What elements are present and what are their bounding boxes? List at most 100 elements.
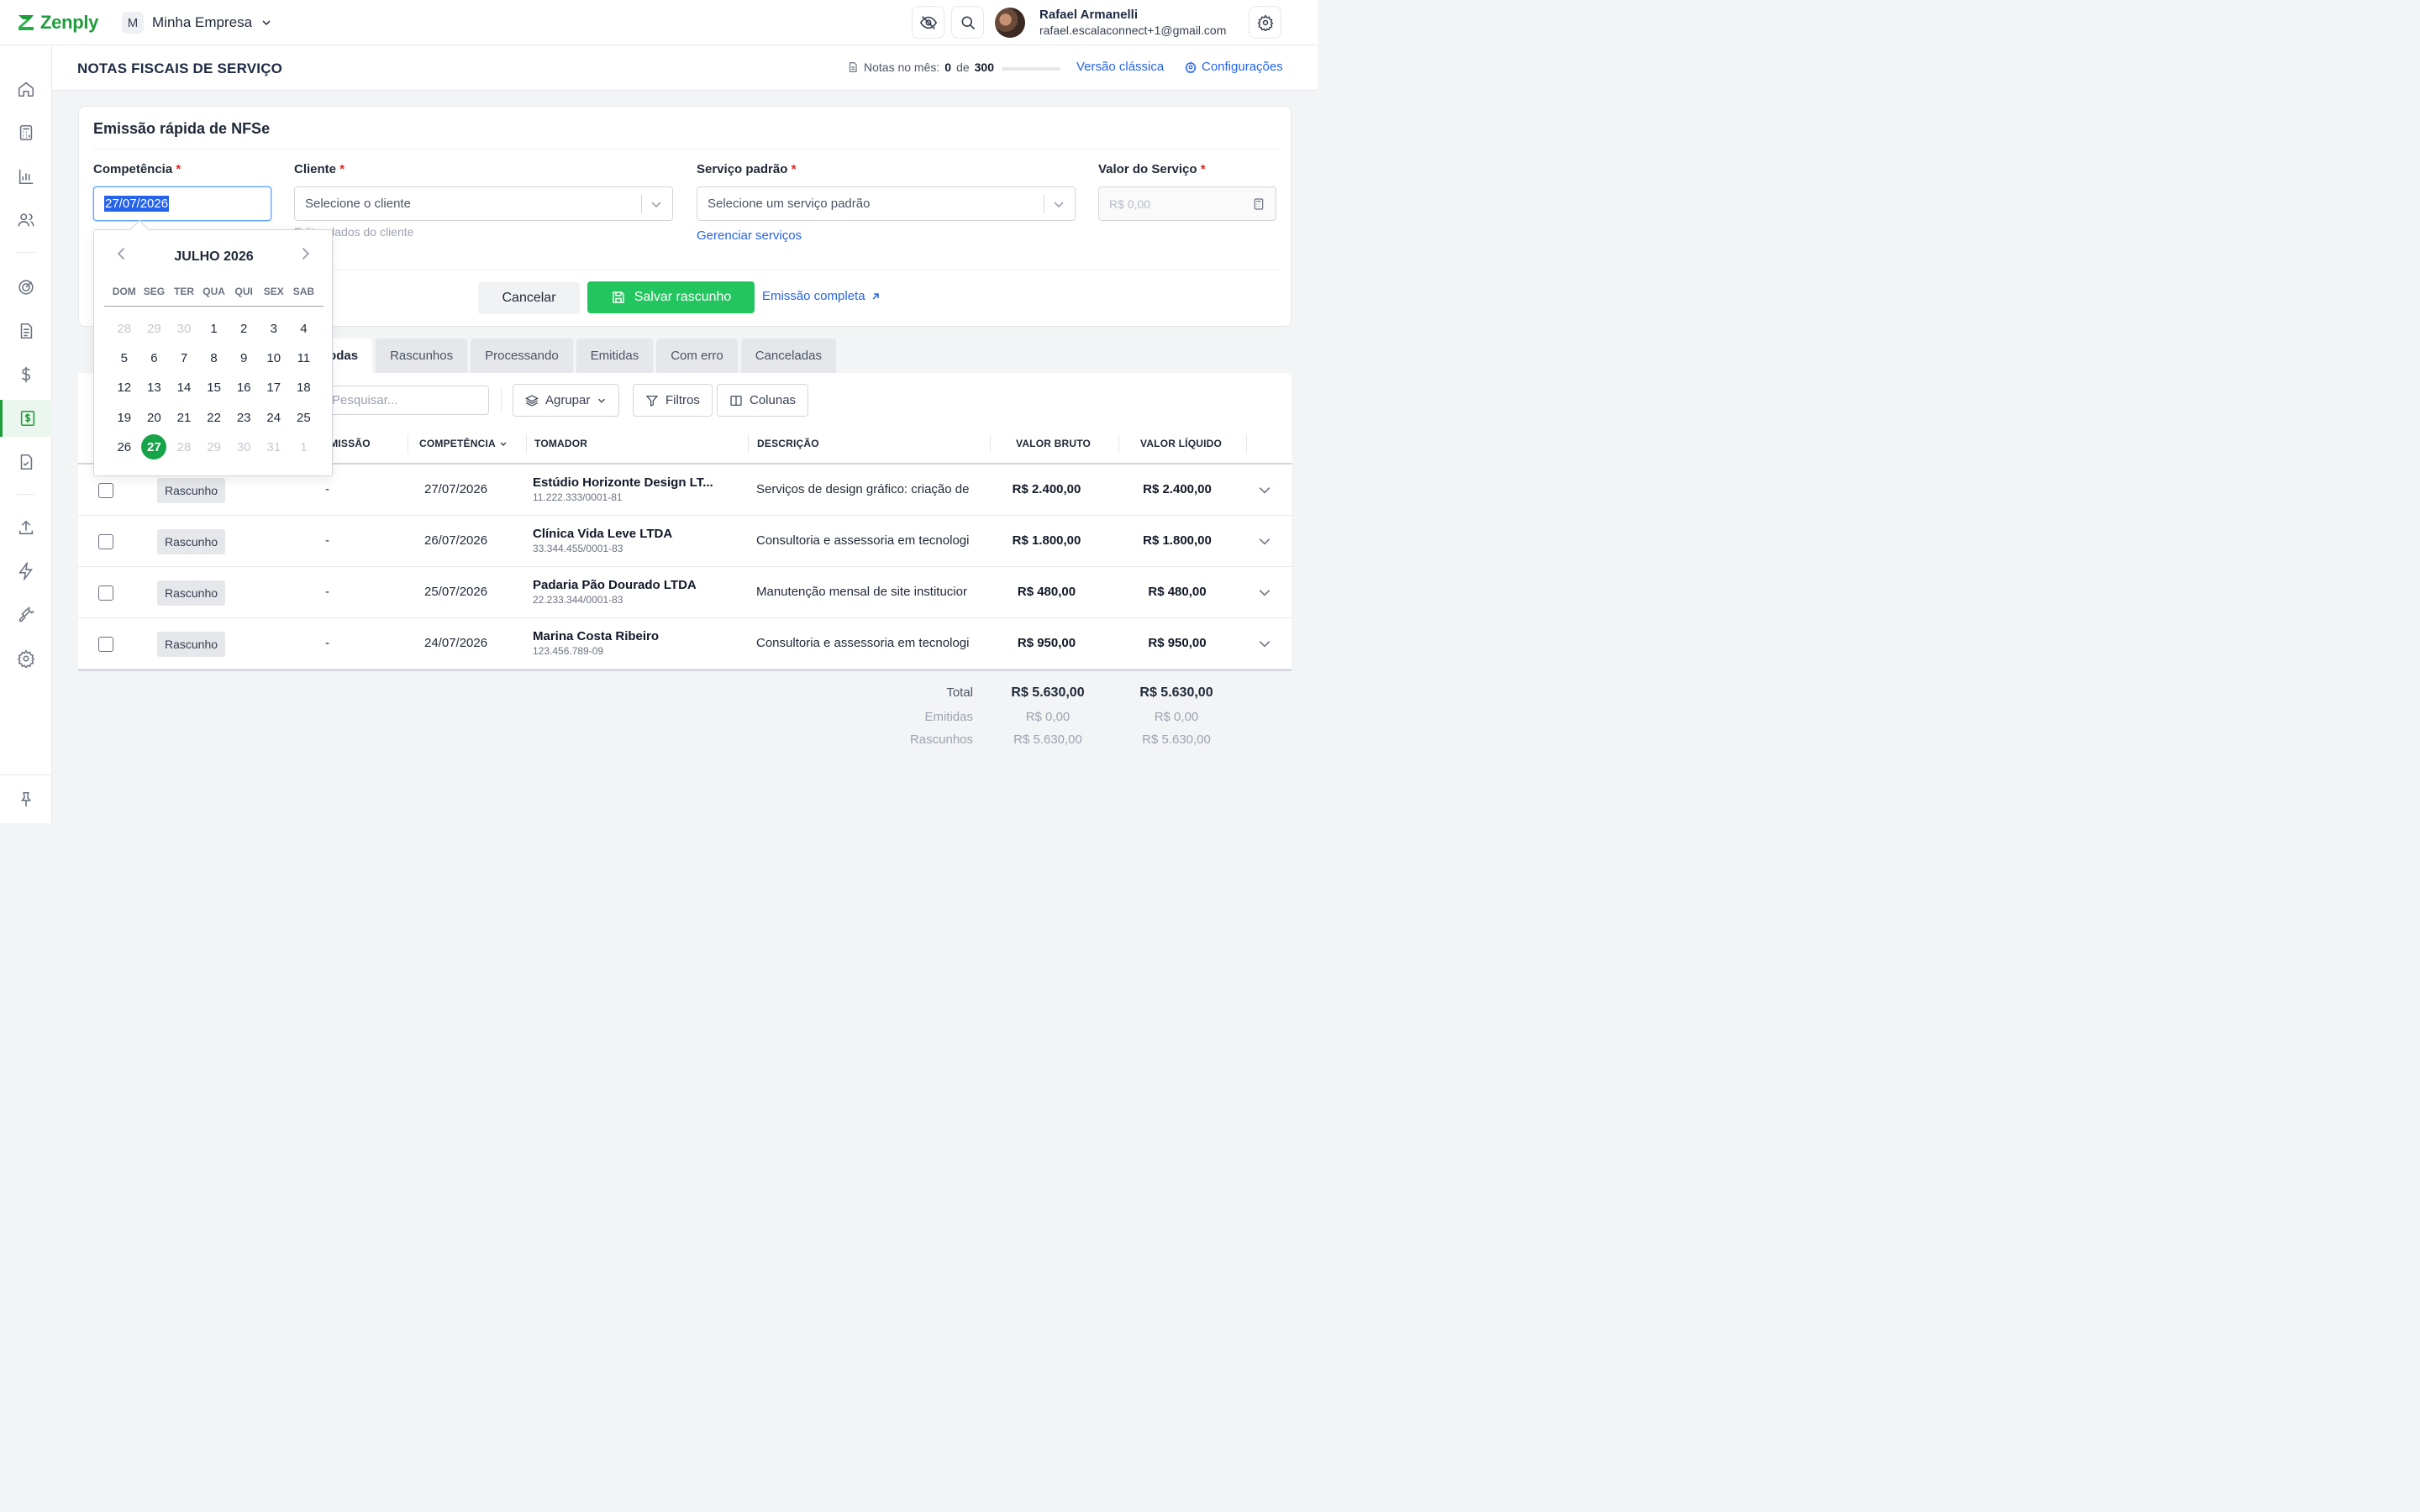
column-tomador[interactable]: TOMADOR	[534, 438, 587, 449]
expand-row-icon[interactable]	[1258, 585, 1271, 599]
calendar-day[interactable]: 26	[109, 440, 139, 454]
sidebar-item-documents[interactable]	[0, 312, 52, 349]
sidebar-pin-button[interactable]	[0, 781, 52, 818]
row-checkbox[interactable]	[98, 585, 113, 601]
columns-button[interactable]: Colunas	[717, 384, 809, 417]
row-checkbox[interactable]	[98, 483, 113, 498]
tab-canceled[interactable]: Canceladas	[740, 339, 836, 373]
calendar-day[interactable]: 5	[109, 351, 139, 365]
calendar-day[interactable]: 16	[229, 381, 259, 395]
competencia-value: 27/07/2026	[104, 196, 170, 212]
calendar-day[interactable]: 22	[199, 411, 229, 425]
sidebar-item-contacts[interactable]	[0, 202, 52, 239]
sidebar-item-upload[interactable]	[0, 509, 52, 546]
calendar-day[interactable]: 19	[109, 411, 139, 425]
brand-logo[interactable]: Zenply	[17, 12, 98, 34]
calendar-day[interactable]: 30	[229, 440, 259, 454]
gear-icon	[1257, 13, 1273, 31]
expand-row-icon[interactable]	[1258, 534, 1271, 548]
column-valor-liquido[interactable]: VALOR LÍQUIDO	[1140, 438, 1222, 449]
calendar-day[interactable]: 1	[289, 440, 319, 454]
column-descricao[interactable]: DESCRIÇÃO	[757, 438, 819, 449]
calendar-day[interactable]: 10	[259, 351, 289, 365]
row-checkbox[interactable]	[98, 637, 113, 652]
sidebar-item-home[interactable]	[0, 71, 52, 108]
calendar-day[interactable]: 11	[289, 351, 319, 365]
calendar-day[interactable]: 13	[139, 381, 170, 395]
sidebar-item-automations[interactable]	[0, 553, 52, 590]
calendar-day[interactable]: 20	[139, 411, 170, 425]
sidebar-item-goals[interactable]	[0, 269, 52, 306]
sidebar-item-tasks[interactable]	[0, 444, 52, 480]
calendar-day[interactable]: 3	[259, 322, 289, 336]
sidebar-divider	[0, 774, 52, 775]
company-switcher[interactable]: M Minha Empresa	[122, 12, 272, 34]
chevron-down-icon	[598, 398, 606, 403]
competencia-input[interactable]: 27/07/2026	[93, 186, 271, 221]
avatar[interactable]	[995, 8, 1025, 38]
calendar-day[interactable]: 15	[199, 381, 229, 395]
status-badge: Rascunho	[157, 580, 226, 606]
calendar-day[interactable]: 18	[289, 381, 319, 395]
row-checkbox[interactable]	[98, 534, 113, 549]
sidebar-item-integrations[interactable]	[0, 596, 52, 633]
column-valor-bruto[interactable]: VALOR BRUTO	[1016, 438, 1091, 449]
group-button[interactable]: Agrupar	[513, 384, 620, 417]
sidebar-item-finance[interactable]	[0, 356, 52, 393]
column-competencia[interactable]: COMPETÊNCIA	[419, 438, 508, 449]
calendar-day[interactable]: 30	[169, 322, 199, 336]
cliente-select[interactable]: Selecione o cliente	[294, 186, 673, 221]
manage-services-link[interactable]: Gerenciar serviços	[697, 228, 802, 243]
calendar-day[interactable]: 7	[169, 351, 199, 365]
expand-row-icon[interactable]	[1258, 483, 1271, 496]
table-row[interactable]: Rascunho - 26/07/2026 Clínica Vida Leve …	[78, 516, 1292, 567]
weekday: SEG	[143, 286, 166, 297]
tab-drafts[interactable]: Rascunhos	[376, 339, 468, 373]
calendar-day[interactable]: 9	[229, 351, 259, 365]
calendar-day[interactable]: 25	[289, 411, 319, 425]
calendar-day[interactable]: 12	[109, 381, 139, 395]
company-name: Minha Empresa	[152, 14, 253, 30]
calendar-day[interactable]: 24	[259, 411, 289, 425]
tab-issued[interactable]: Emitidas	[576, 339, 654, 373]
calendar-day[interactable]: 29	[199, 440, 229, 454]
table-row[interactable]: Rascunho - 25/07/2026 Padaria Pão Dourad…	[78, 567, 1292, 618]
total-bruto: R$ 5.630,00	[1011, 685, 1085, 700]
tab-errors[interactable]: Com erro	[656, 339, 738, 373]
search-button[interactable]	[951, 6, 984, 39]
drafts-liquido: R$ 5.630,00	[1142, 732, 1211, 747]
save-draft-button[interactable]: Salvar rascunho	[587, 281, 755, 313]
sidebar-item-reports[interactable]	[0, 158, 52, 195]
sidebar-item-settings[interactable]	[0, 640, 52, 677]
calendar-day[interactable]: 31	[259, 440, 289, 454]
cancel-button[interactable]: Cancelar	[478, 282, 580, 314]
user-settings-button[interactable]	[1249, 6, 1281, 39]
calendar-day[interactable]: 27	[139, 434, 170, 460]
calendar-day[interactable]: 28	[169, 440, 199, 454]
valor-input[interactable]: R$ 0,00	[1098, 186, 1276, 221]
calendar-day[interactable]: 14	[169, 381, 199, 395]
calendar-day[interactable]: 4	[289, 322, 319, 336]
calendar-day[interactable]: 6	[139, 351, 170, 365]
calendar-day[interactable]: 2	[229, 322, 259, 336]
calendar-day[interactable]: 17	[259, 381, 289, 395]
hide-values-button[interactable]	[912, 6, 944, 39]
servico-select[interactable]: Selecione um serviço padrão	[697, 186, 1076, 221]
calendar-day[interactable]: 23	[229, 411, 259, 425]
calendar-day[interactable]: 21	[169, 411, 199, 425]
calendar-day[interactable]: 8	[199, 351, 229, 365]
classic-version-link[interactable]: Versão clássica	[1076, 60, 1164, 74]
settings-link[interactable]: Configurações	[1185, 60, 1283, 74]
expand-row-icon[interactable]	[1258, 637, 1271, 650]
filters-button[interactable]: Filtros	[633, 384, 713, 417]
sidebar-item-nfse[interactable]	[0, 400, 52, 437]
tab-processing[interactable]: Processando	[471, 339, 573, 373]
table-row[interactable]: Rascunho - 24/07/2026 Marina Costa Ribei…	[78, 618, 1292, 669]
search-input[interactable]: Pesquisar...	[319, 386, 489, 415]
sidebar-item-calculator[interactable]	[0, 114, 52, 151]
calendar-day[interactable]: 1	[199, 322, 229, 336]
calendar-day[interactable]: 28	[109, 322, 139, 336]
full-emission-link[interactable]: Emissão completa	[762, 289, 881, 303]
chevron-right-icon[interactable]	[297, 246, 313, 261]
calendar-day[interactable]: 29	[139, 322, 170, 336]
